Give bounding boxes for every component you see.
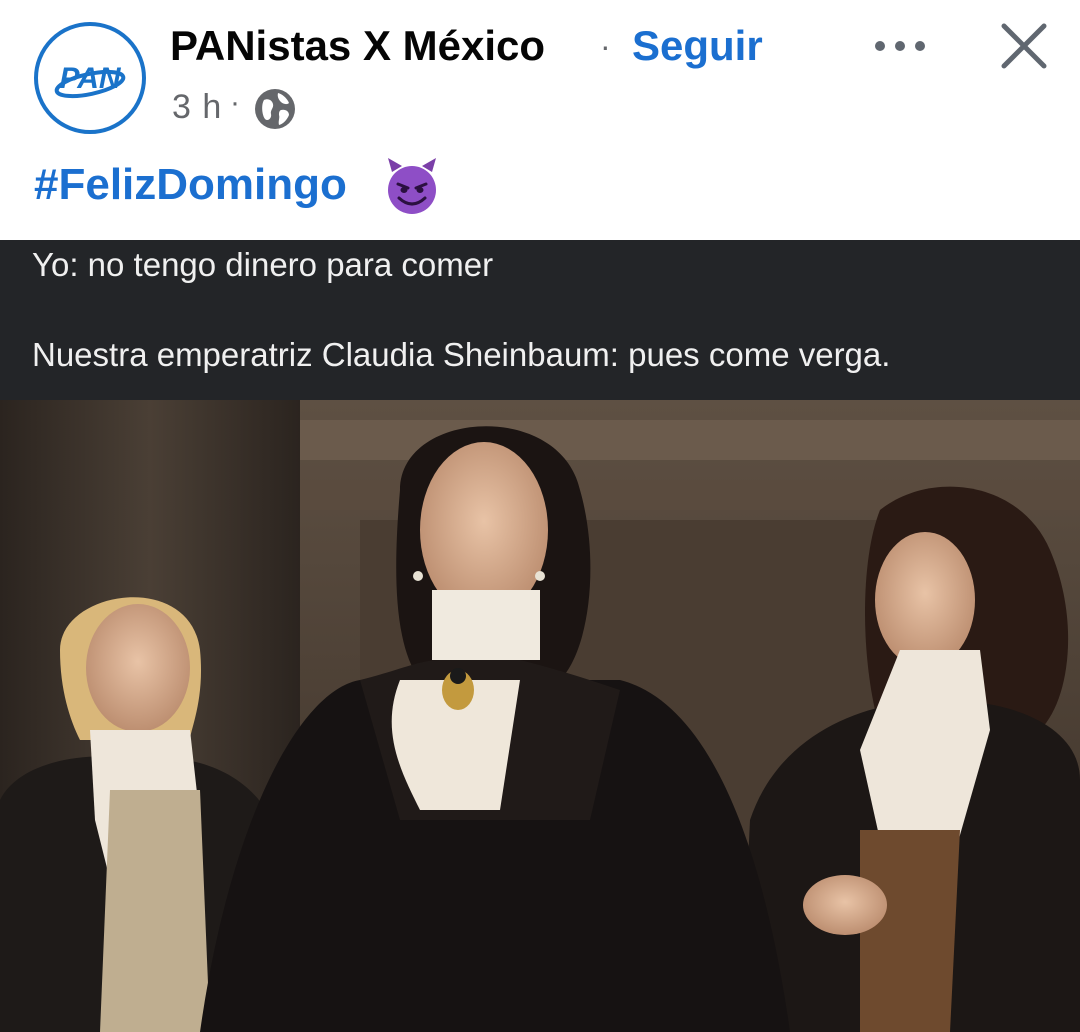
meme-caption-line-2: Nuestra emperatriz Claudia Sheinbaum: pu… bbox=[32, 336, 891, 373]
meme-photo[interactable] bbox=[0, 400, 1080, 1032]
hashtag-link[interactable]: #FelizDomingo bbox=[34, 160, 347, 210]
more-horizontal-icon[interactable] bbox=[872, 26, 928, 66]
title-separator: · bbox=[600, 28, 611, 64]
follow-button[interactable]: Seguir bbox=[632, 22, 763, 70]
logo-text: PAN bbox=[59, 62, 121, 95]
page-name-link[interactable]: PANistas X México bbox=[170, 22, 545, 70]
post-header: PAN PANistas X México · Seguir 3 h · #Fe… bbox=[0, 0, 1080, 240]
close-icon[interactable] bbox=[996, 18, 1052, 74]
pan-logo: PAN bbox=[46, 34, 134, 122]
globe-icon bbox=[255, 89, 295, 129]
page-avatar[interactable]: PAN bbox=[34, 22, 146, 134]
smiling-imp-emoji bbox=[388, 158, 436, 214]
meme-photo-image bbox=[0, 400, 1080, 1032]
post-timestamp[interactable]: 3 h bbox=[172, 88, 222, 127]
meme-caption-line-1: Yo: no tengo dinero para comer bbox=[32, 246, 494, 283]
meta-separator: · bbox=[230, 86, 240, 119]
